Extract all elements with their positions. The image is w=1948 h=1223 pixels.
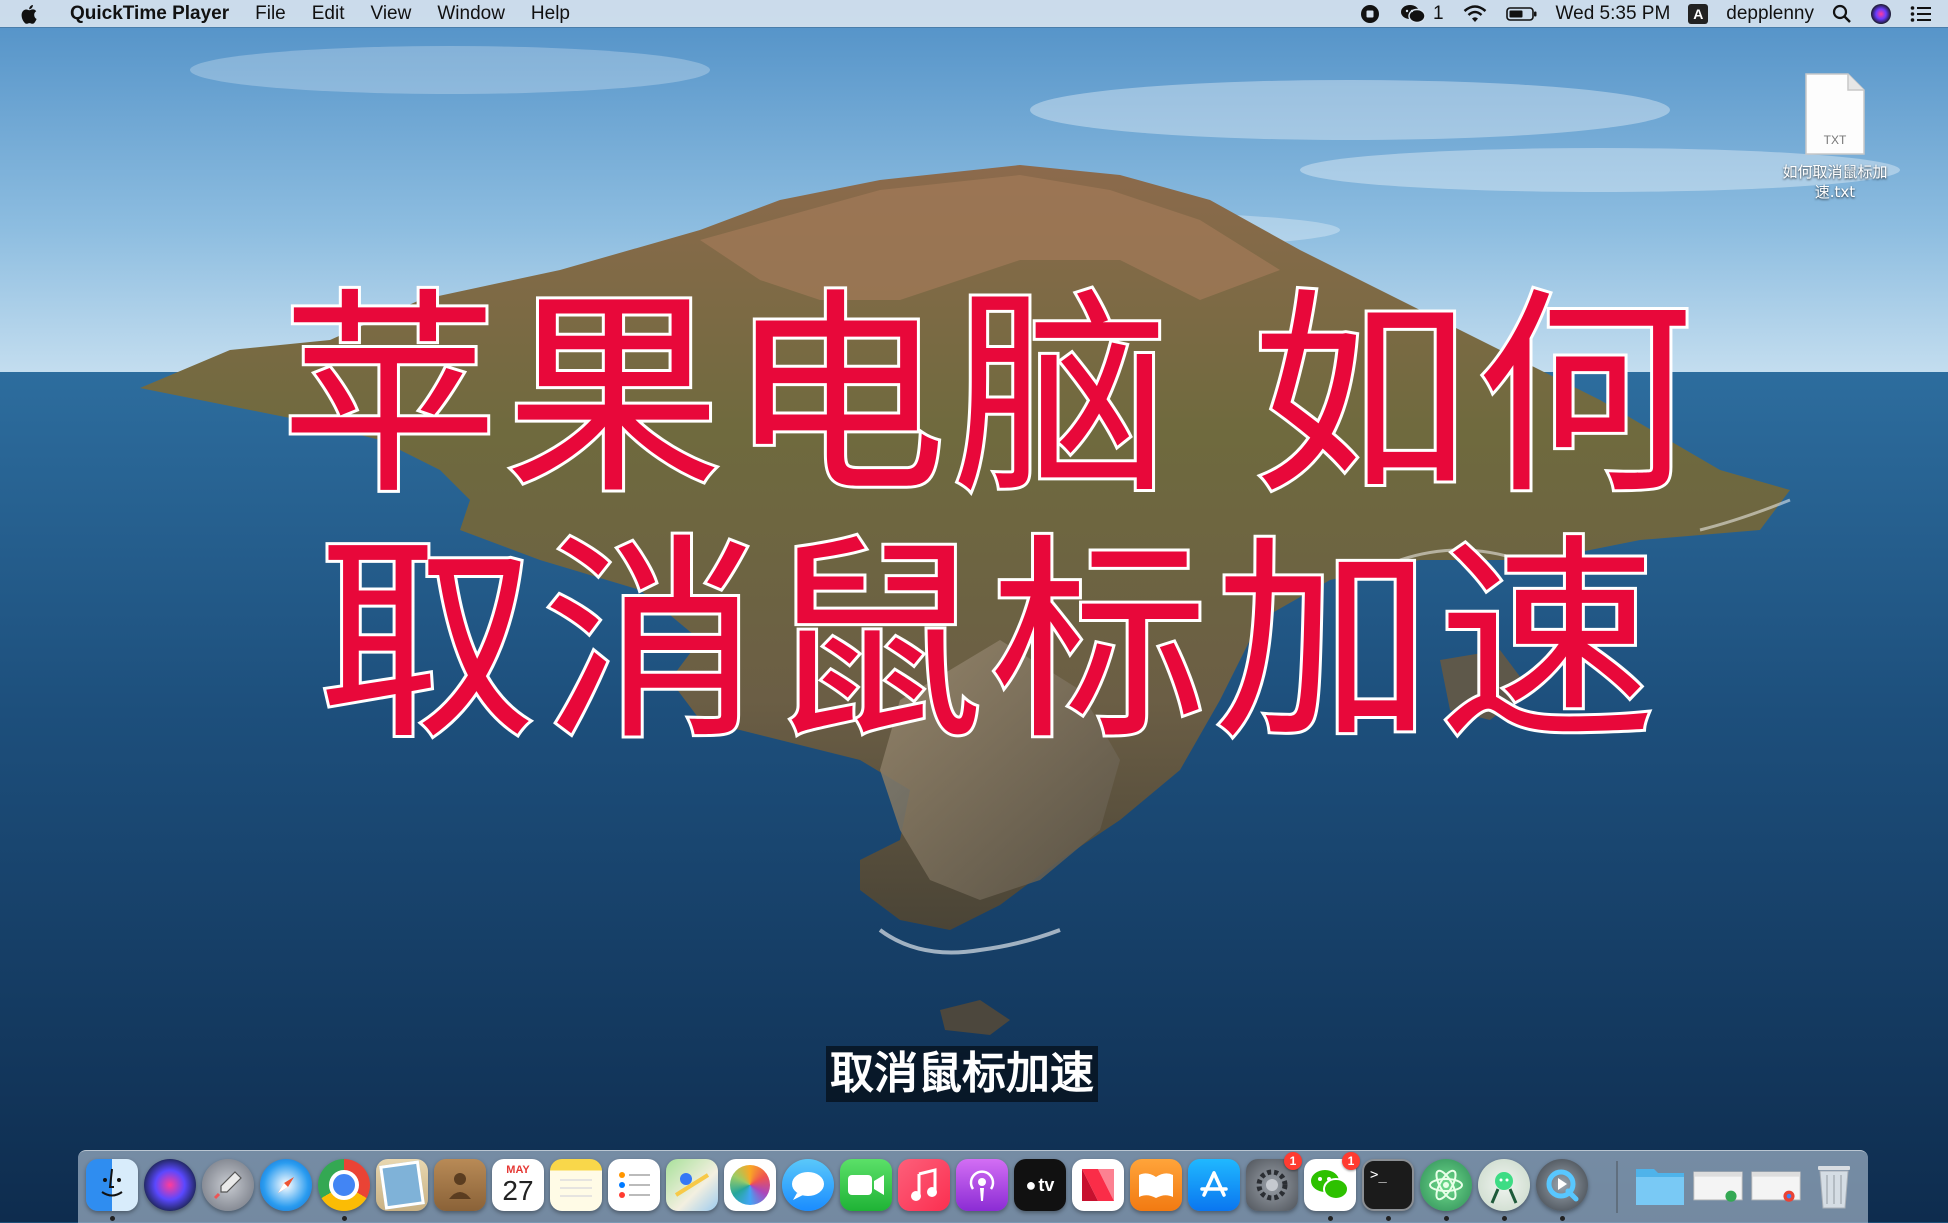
desktop-file[interactable]: TXT 如何取消鼠标加 速.txt [1770, 72, 1900, 202]
screen-recording-icon[interactable] [1359, 3, 1381, 25]
txt-document-icon: TXT [1805, 73, 1865, 155]
siri-menu-icon[interactable] [1870, 3, 1892, 25]
battery-icon[interactable] [1505, 6, 1538, 22]
photos-icon[interactable] [724, 1159, 776, 1211]
overlay-title-line1: 苹果电脑 如何 [277, 271, 1700, 524]
user-menu[interactable]: depplenny [1726, 3, 1814, 25]
menu-bar: QuickTime Player File Edit View Window H… [0, 0, 1948, 27]
messages-icon[interactable] [782, 1159, 834, 1211]
menu-help[interactable]: Help [531, 3, 570, 25]
input-source-label: A [1688, 3, 1709, 24]
wifi-icon[interactable] [1462, 4, 1488, 24]
menu-window[interactable]: Window [437, 3, 505, 25]
terminal-icon[interactable]: >_ [1362, 1159, 1414, 1211]
safari-icon[interactable] [260, 1159, 312, 1211]
tv-label: tv [1038, 1174, 1055, 1195]
reminders-icon[interactable] [608, 1159, 660, 1211]
tv-logo-apple-icon: ● [1025, 1174, 1037, 1195]
preview-icon[interactable] [376, 1159, 428, 1211]
calendar-day: 27 [502, 1175, 534, 1206]
recent-document-icon[interactable] [1692, 1159, 1744, 1211]
contacts-icon[interactable] [434, 1159, 486, 1211]
dock: MAY 27 ● tv 1 1 >_ [78, 1150, 1868, 1223]
wechat-status-icon[interactable]: 1 [1399, 3, 1444, 25]
spotlight-search-icon[interactable] [1832, 4, 1852, 24]
video-title-overlay: 苹果电脑 如何 取消鼠标加速 [200, 271, 1780, 770]
trash-icon[interactable] [1808, 1159, 1860, 1211]
file-type-label: TXT [1824, 133, 1847, 147]
file-name: 如何取消鼠标加 速.txt [1770, 162, 1900, 202]
file-name-line1: 如何取消鼠标加 [1782, 163, 1888, 181]
apple-tv-icon[interactable]: ● tv [1014, 1159, 1066, 1211]
menu-view[interactable]: View [371, 3, 412, 25]
clock[interactable]: Wed 5:35 PM [1556, 3, 1671, 25]
app-store-icon[interactable] [1188, 1159, 1240, 1211]
wechat-unread-count: 1 [1432, 2, 1444, 24]
dock-separator [1616, 1161, 1618, 1213]
quicktime-icon[interactable] [1536, 1159, 1588, 1211]
calendar-icon[interactable]: MAY 27 [492, 1159, 544, 1211]
notification-center-icon[interactable] [1910, 5, 1932, 23]
chrome-window-icon[interactable] [1750, 1159, 1802, 1211]
apple-logo-icon[interactable] [20, 3, 40, 25]
books-icon[interactable] [1130, 1159, 1182, 1211]
app-menu-quicktime[interactable]: QuickTime Player [70, 3, 229, 25]
maps-icon[interactable] [666, 1159, 718, 1211]
overlay-title-line2: 取消鼠标加速 [315, 517, 1662, 770]
menu-bar-left: QuickTime Player File Edit View Window H… [0, 0, 596, 27]
input-source-icon[interactable]: A [1688, 3, 1709, 24]
video-subtitle: 取消鼠标加速 [826, 1046, 1098, 1102]
chrome-icon[interactable] [318, 1159, 370, 1211]
finder-icon[interactable] [86, 1159, 138, 1211]
atom-running-dot [1444, 1216, 1449, 1221]
launchpad-icon[interactable] [202, 1159, 254, 1211]
wechat-running-dot [1328, 1216, 1333, 1221]
downloads-folder-icon[interactable] [1634, 1159, 1686, 1211]
android-studio-running-dot [1502, 1216, 1507, 1221]
atom-icon[interactable] [1420, 1159, 1472, 1211]
podcasts-icon[interactable] [956, 1159, 1008, 1211]
chrome-running-dot [342, 1216, 347, 1221]
android-studio-icon[interactable] [1478, 1159, 1530, 1211]
finder-running-dot [110, 1216, 115, 1221]
news-icon[interactable] [1072, 1159, 1124, 1211]
facetime-icon[interactable] [840, 1159, 892, 1211]
wechat-badge: 1 [1342, 1152, 1360, 1170]
music-icon[interactable] [898, 1159, 950, 1211]
system-preferences-badge: 1 [1284, 1152, 1302, 1170]
file-name-line2: 速.txt [1814, 183, 1856, 201]
terminal-prompt: >_ [1370, 1167, 1387, 1183]
notes-icon[interactable] [550, 1159, 602, 1211]
menu-file[interactable]: File [255, 3, 286, 25]
siri-icon[interactable] [144, 1159, 196, 1211]
terminal-running-dot [1386, 1216, 1391, 1221]
menu-bar-status: 1 Wed 5:35 PM A depplenny [1341, 0, 1948, 27]
quicktime-running-dot [1560, 1216, 1565, 1221]
menu-edit[interactable]: Edit [312, 3, 345, 25]
